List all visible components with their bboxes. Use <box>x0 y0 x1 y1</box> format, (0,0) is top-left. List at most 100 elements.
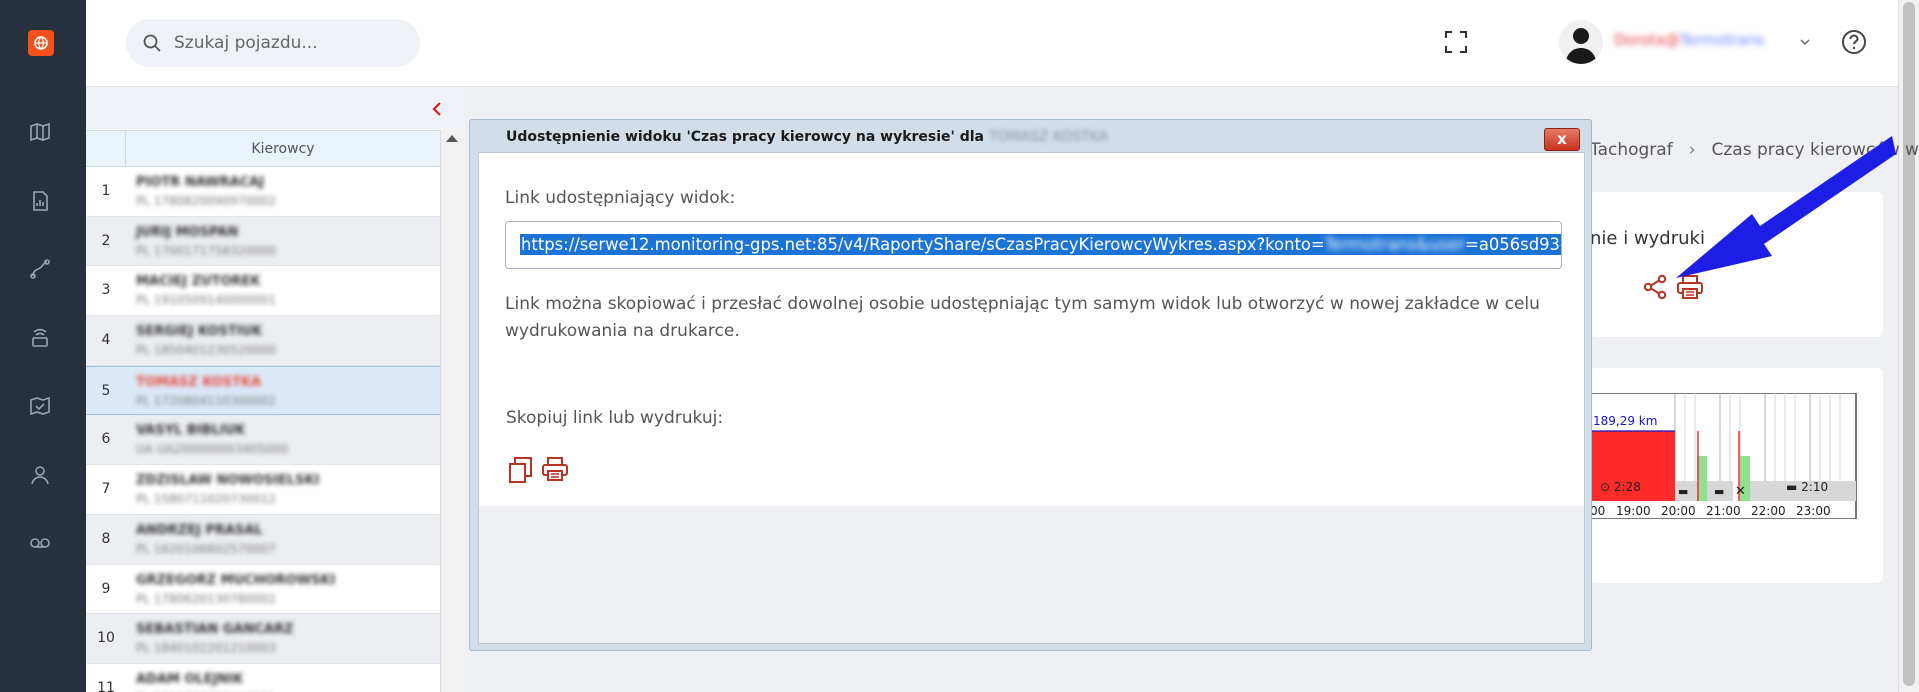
dialog-title: Udostępnienie widoku 'Czas pracy kierowc… <box>506 129 1108 145</box>
driver-name: TOMASZ KOSTKA <box>136 374 262 390</box>
driver-row-number: 2 <box>101 232 111 249</box>
search-icon <box>143 34 161 56</box>
link-label: Link udostępniający widok: <box>505 188 736 208</box>
scroll-up-arrow[interactable] <box>446 135 458 142</box>
number-column-header <box>86 131 126 167</box>
drivers-rows: 1 PIOTR NAWRACAJ PL 1780820090970002 2 JURIJ… <box>86 167 440 692</box>
hour-tick: 20:00 <box>1661 504 1696 518</box>
help-icon[interactable] <box>1841 29 1867 59</box>
cross-icon: ✕ <box>1735 484 1746 499</box>
dialog-body: Link udostępniający widok: https://serwe… <box>478 152 1585 644</box>
rest-time-label: ▬ 2:10 <box>1786 480 1828 494</box>
user-name[interactable]: Dorota@Termotrans <box>1614 31 1764 49</box>
collapse-left-icon[interactable] <box>431 101 443 121</box>
user-account-text: Termotrans <box>1679 31 1764 49</box>
close-button[interactable]: x <box>1544 128 1580 151</box>
driver-card-number: PL 1580711020730012 <box>136 492 276 507</box>
hour-tick: 00 <box>1590 504 1605 518</box>
calendar-map-icon[interactable] <box>28 394 52 418</box>
driver-row-number: 5 <box>101 382 111 399</box>
drivers-table-header: Kierowcy <box>86 130 440 167</box>
driver-card-number: UA UA200000003405000 <box>136 442 289 457</box>
driver-row[interactable]: 3 MACIEJ ZUTOREK PL 1910509140000001 <box>86 266 440 317</box>
driver-row[interactable]: 1 PIOTR NAWRACAJ PL 1780820090970002 <box>86 167 440 217</box>
driver-row[interactable]: 4 SERGIEJ KOSTIUK PL 1850401230520000 <box>86 316 440 366</box>
drive-time-label: ⊙ 2:28 <box>1600 480 1641 494</box>
map-icon[interactable] <box>28 120 52 144</box>
driver-row[interactable]: 10 SEBASTIAN GANCARZ PL 1840102201210003 <box>86 614 440 664</box>
driver-row-number: 3 <box>101 282 111 299</box>
share-link-field[interactable]: https://serwe12.monitoring-gps.net:85/v4… <box>505 221 1562 269</box>
dialog-title-driver: TOMASZ KOSTKA <box>988 129 1109 145</box>
distance-label: 189,29 km <box>1593 414 1657 428</box>
driver-row-number: 9 <box>101 580 111 597</box>
rest-time-value: 2:10 <box>1801 480 1828 494</box>
annotation-arrow <box>1676 136 1896 278</box>
driver-name: ANDRZEJ PRASAL <box>136 522 263 538</box>
hour-tick: 21:00 <box>1706 504 1741 518</box>
driver-row-number: 7 <box>101 481 111 498</box>
driver-card-number: PL 1850401230520000 <box>136 343 276 358</box>
report-icon[interactable] <box>28 189 52 213</box>
window-scrollbar-thumb[interactable] <box>1903 2 1915 686</box>
voicemail-icon[interactable] <box>28 531 52 555</box>
driver-card-number: PL 1910509140000001 <box>136 293 276 308</box>
driver-row[interactable]: 5 TOMASZ KOSTKA PL 1720804110300002 <box>86 365 440 416</box>
driver-card-number: PL 1840102201210003 <box>136 641 276 656</box>
driver-row-number: 11 <box>97 679 115 692</box>
driver-row-number: 4 <box>101 332 111 349</box>
link-description: Link można skopiować i przesłać dowolnej… <box>505 294 1540 341</box>
print-icon[interactable] <box>541 456 569 486</box>
driver-name: GRZEGORZ MUCHOROWSKI <box>136 572 336 588</box>
driver-card-number: PL 1720804110300002 <box>136 393 276 408</box>
drive-time-value: 2:28 <box>1614 480 1641 494</box>
copy-or-print-label: Skopiuj link lub wydrukuj: <box>506 408 724 428</box>
person-icon[interactable] <box>28 463 52 487</box>
share-view-dialog: Udostępnienie widoku 'Czas pracy kierowc… <box>469 119 1592 651</box>
driver-row[interactable]: 8 ANDRZEJ PRASAL PL 1620106602570007 <box>86 514 440 565</box>
bed-icon: ▬ <box>1714 485 1724 498</box>
copy-icon[interactable] <box>508 456 534 488</box>
bed-icon: ▬ <box>1678 485 1688 498</box>
driver-row-number: 1 <box>101 183 111 199</box>
route-icon[interactable] <box>28 257 52 281</box>
nav-rail <box>0 0 86 692</box>
share-link-text[interactable]: https://serwe12.monitoring-gps.net:85/v4… <box>520 234 1561 255</box>
chevron-down-icon[interactable] <box>1799 33 1811 52</box>
driver-name: SERGIEJ KOSTIUK <box>136 324 263 340</box>
tachograph-icon[interactable] <box>28 326 52 350</box>
driver-row-number: 10 <box>97 630 115 647</box>
driver-card-number: PL 1780820090970002 <box>136 194 276 208</box>
avatar[interactable] <box>1559 20 1603 64</box>
driver-row[interactable]: 6 VASYL BIBLIUK UA UA200000003405000 <box>86 415 440 466</box>
logo-icon[interactable] <box>28 30 54 56</box>
window-scrollbar[interactable] <box>1898 0 1919 692</box>
drivers-table: Kierowcy 1 PIOTR NAWRACAJ PL 1780820090970… <box>86 130 440 692</box>
drivers-column-title[interactable]: Kierowcy <box>126 131 440 167</box>
driver-row-number: 6 <box>101 431 111 448</box>
search-input[interactable] <box>174 31 404 55</box>
driver-card-number: PL 1620106602570007 <box>136 541 276 556</box>
work-time-chart: 189,29 km ⊙ 2:28 ▬ ▬ ✕ ▬ 2:10 00 19:00 2… <box>1590 393 1857 519</box>
driver-name: PIOTR NAWRACAJ <box>136 175 265 190</box>
driver-row[interactable]: 11ADAM OLEJNIKPL 1810420301040001 <box>86 663 440 692</box>
driver-name: MACIEJ ZUTOREK <box>136 274 261 290</box>
drivers-scrollbar[interactable] <box>440 130 462 692</box>
driver-name: ADAM OLEJNIK <box>136 671 244 687</box>
share-link-prefix: https://serwe12.monitoring-gps.net:85/v4… <box>521 235 1325 254</box>
dialog-content: Link udostępniający widok: https://serwe… <box>479 153 1584 506</box>
drivers-collapse-bar <box>86 87 462 129</box>
driver-row[interactable]: 2 JURIJ MOSPAN PL 1700171758320000 <box>86 216 440 267</box>
share-link-account: Termotrans&user <box>1324 235 1466 254</box>
fullscreen-icon[interactable] <box>1444 30 1468 58</box>
driver-name: VASYL BIBLIUK <box>136 423 246 439</box>
vehicle-search[interactable] <box>126 19 420 67</box>
driver-row-number: 8 <box>101 530 111 547</box>
driver-row[interactable]: 9 GRZEGORZ MUCHOROWSKI PL 1780620130780002 <box>86 564 440 615</box>
driver-card-number: PL 1700171758320000 <box>136 243 276 258</box>
dialog-titlebar[interactable]: Udostępnienie widoku 'Czas pracy kierowc… <box>470 120 1591 152</box>
driver-row[interactable]: 7 ZDZISLAW NOWOSIELSKI PL 1580711020730012 <box>86 465 440 515</box>
hour-tick: 23:00 <box>1796 504 1831 518</box>
dialog-title-text: Udostępnienie widoku 'Czas pracy kierowc… <box>506 129 984 145</box>
driver-card-number: PL 1780620130780002 <box>136 591 276 606</box>
